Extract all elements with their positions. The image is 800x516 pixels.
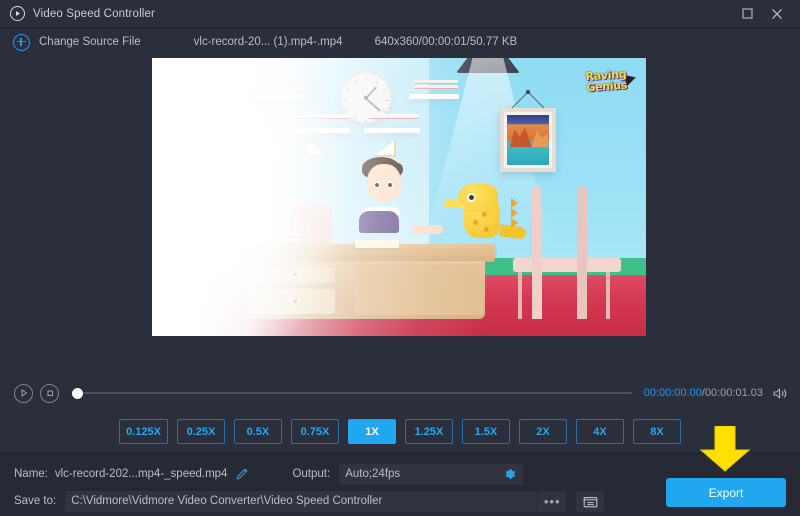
scene-chair-right-back2 [576, 185, 587, 320]
video-frame: Raving Genius [152, 58, 646, 336]
speed-option-1[interactable]: 0.25X [176, 419, 225, 444]
scene-shelf-1 [255, 94, 302, 100]
output-format-value: Auto;24fps [345, 468, 401, 480]
pencil-icon[interactable] [235, 467, 249, 481]
scene-desk-drawer-2 [255, 288, 335, 314]
video-preview-area[interactable]: Raving Genius [0, 57, 800, 376]
scene-boy-head [366, 163, 401, 202]
output-name-value: vlc-record-202...mp4-_speed.mp4 [54, 468, 228, 480]
scene-chair-right-seat [512, 258, 622, 273]
close-icon[interactable] [762, 1, 792, 27]
total-time: /00:00:01.03 [701, 387, 763, 399]
saveto-label: Save to: [14, 495, 57, 507]
app-logo-icon [10, 6, 25, 21]
progress-track [72, 392, 632, 394]
saveto-path-field[interactable]: C:\Vidmore\Vidmore Video Converter\Video… [65, 490, 538, 512]
speed-option-5[interactable]: 1.25X [404, 419, 453, 444]
browse-folder-button[interactable]: ••• [538, 490, 567, 512]
output-settings-panel: Name: vlc-record-202...mp4-_speed.mp4 Ou… [0, 426, 800, 516]
scene-shelf-4 [408, 94, 459, 100]
name-label: Name: [14, 468, 48, 480]
playback-progress-slider[interactable] [72, 384, 632, 402]
watermark-line-2: Genius [585, 78, 628, 95]
scene-desk-panel [354, 265, 483, 316]
scene-books-4 [413, 80, 458, 91]
scene-chair-leg-2 [606, 272, 611, 320]
source-file-name: vlc-record-20... (1).mp4-.mp4 [193, 36, 343, 48]
scene-chair-right-back [532, 185, 543, 320]
speed-option-7[interactable]: 2X [518, 419, 567, 444]
speed-option-4[interactable]: 1X [347, 419, 396, 444]
scene-books-3 [369, 113, 420, 120]
export-button[interactable]: Export [666, 478, 786, 507]
speed-option-0[interactable]: 0.125X [119, 419, 168, 444]
stop-icon[interactable] [40, 383, 59, 403]
folder-icon[interactable] [576, 490, 605, 512]
plus-circle-icon[interactable] [13, 33, 30, 51]
window-title: Video Speed Controller [33, 7, 156, 20]
source-bar: Change Source File vlc-record-20... (1).… [0, 28, 800, 57]
scene-picture-frame [500, 108, 557, 173]
video-speed-controller-window: Video Speed Controller Change Source Fil… [0, 0, 800, 516]
scene-books-1 [260, 83, 303, 93]
scene-books-2 [295, 113, 350, 120]
scene-dinosaur [444, 180, 527, 241]
progress-handle[interactable] [72, 387, 83, 399]
output-label: Output: [292, 468, 331, 480]
scene-chair-leg-1 [517, 272, 522, 320]
speed-option-8[interactable]: 4X [575, 419, 624, 444]
current-time: 00:00:00.00 [643, 387, 702, 399]
speed-option-2[interactable]: 0.5X [233, 419, 282, 444]
scene-desk-paper [354, 240, 399, 249]
scene-desk-drawer-1 [255, 266, 335, 284]
scene-picture-art [507, 115, 550, 166]
video-watermark: Raving Genius [574, 64, 638, 98]
saveto-path-value: C:\Vidmore\Vidmore Video Converter\Video… [71, 495, 383, 507]
scene-shelf-2 [290, 127, 351, 133]
down-arrow-annotation-icon [699, 426, 751, 472]
speed-options-row: 0.125X 0.25X 0.5X 0.75X 1X 1.25X 1.5X 2X… [0, 410, 800, 454]
gear-icon[interactable] [503, 467, 517, 481]
source-file-meta: 640x360/00:00:01/50.77 KB [374, 36, 518, 48]
speed-option-6[interactable]: 1.5X [461, 419, 510, 444]
maximize-icon[interactable] [732, 1, 762, 27]
play-icon[interactable] [14, 383, 33, 403]
volume-icon[interactable] [773, 387, 788, 400]
player-controls: 00:00:00.00 /00:00:01.03 [0, 376, 800, 410]
scene-shelf-3 [364, 127, 421, 133]
scene-boy-body [359, 210, 400, 233]
change-source-file-button[interactable]: Change Source File [39, 36, 141, 48]
speed-option-3[interactable]: 0.75X [290, 419, 339, 444]
title-bar: Video Speed Controller [0, 0, 800, 28]
scene-boy-arm [411, 224, 444, 234]
output-format-field[interactable]: Auto;24fps [339, 463, 524, 485]
speed-option-9[interactable]: 8X [632, 419, 681, 444]
